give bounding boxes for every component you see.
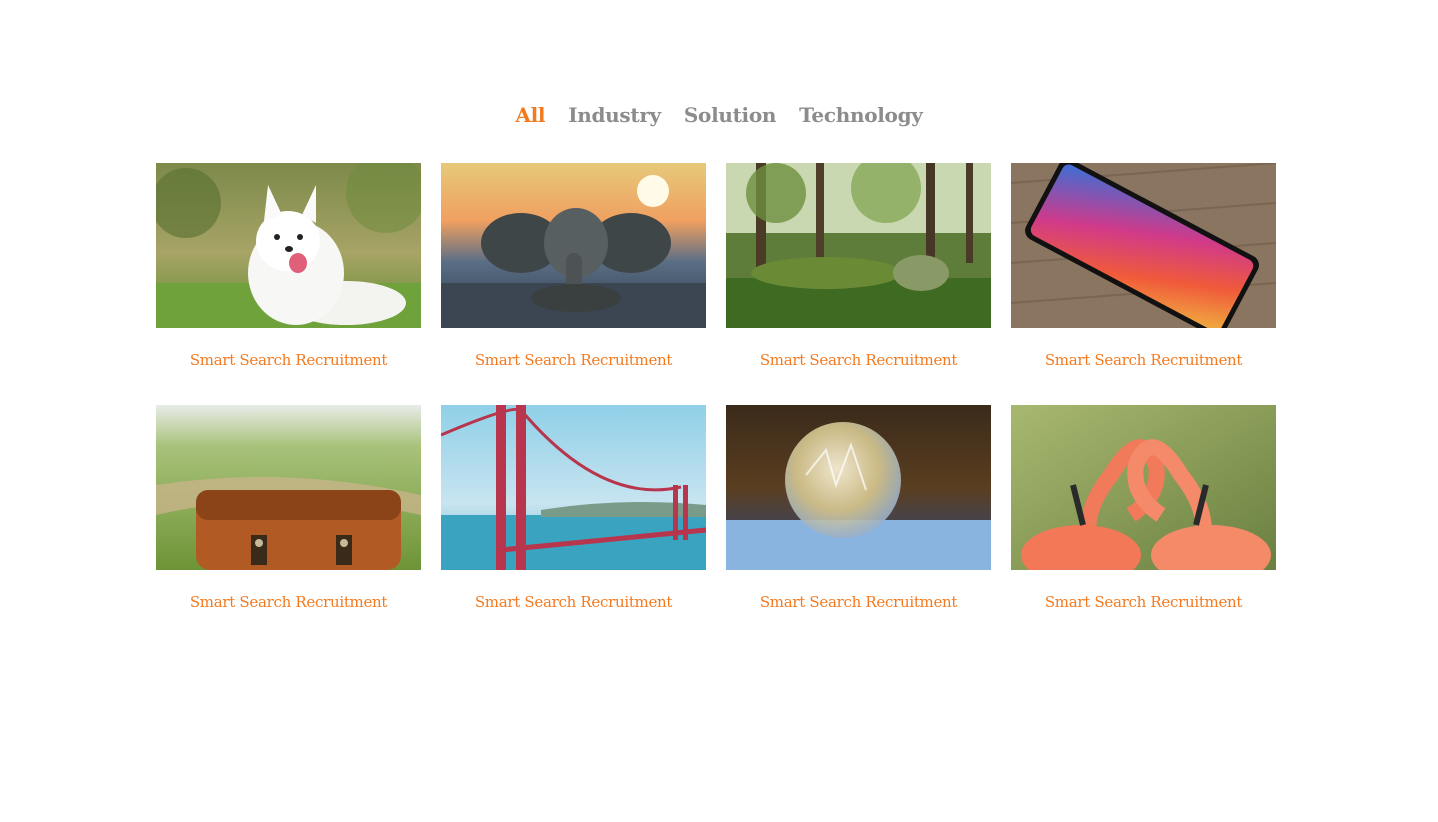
portfolio-item[interactable]: Smart Search Recruitment <box>726 163 991 370</box>
portfolio-item-title[interactable]: Smart Search Recruitment <box>726 350 991 370</box>
filter-solution[interactable]: Solution <box>684 103 777 127</box>
portfolio-item[interactable]: Smart Search Recruitment <box>726 405 991 612</box>
portfolio-item-title[interactable]: Smart Search Recruitment <box>441 350 706 370</box>
portfolio-item[interactable]: Smart Search Recruitment <box>441 405 706 612</box>
portfolio-item[interactable]: Smart Search Recruitment <box>156 163 421 370</box>
leather-bag-photo[interactable] <box>156 405 421 570</box>
portfolio-grid: Smart Search Recruitment Smart Search Re… <box>156 163 1276 612</box>
portfolio-filter-bar: All Industry Solution Technology <box>0 100 1438 130</box>
portfolio-item[interactable]: Smart Search Recruitment <box>1011 163 1276 370</box>
forest-sculpture-photo[interactable] <box>726 163 991 328</box>
portfolio-item-title[interactable]: Smart Search Recruitment <box>726 592 991 612</box>
portfolio-item[interactable]: Smart Search Recruitment <box>1011 405 1276 612</box>
smartphone-photo[interactable] <box>1011 163 1276 328</box>
elephant-statue-photo[interactable] <box>441 163 706 328</box>
flamingos-photo[interactable] <box>1011 405 1276 570</box>
golden-gate-bridge-photo[interactable] <box>441 405 706 570</box>
filter-all[interactable]: All <box>515 103 545 127</box>
portfolio-item[interactable]: Smart Search Recruitment <box>441 163 706 370</box>
portfolio-item-title[interactable]: Smart Search Recruitment <box>156 592 421 612</box>
filter-industry[interactable]: Industry <box>568 103 661 127</box>
white-dog-photo[interactable] <box>156 163 421 328</box>
portfolio-item-title[interactable]: Smart Search Recruitment <box>441 592 706 612</box>
filter-technology[interactable]: Technology <box>799 103 923 127</box>
frozen-bubble-photo[interactable] <box>726 405 991 570</box>
portfolio-item-title[interactable]: Smart Search Recruitment <box>1011 592 1276 612</box>
portfolio-item-title[interactable]: Smart Search Recruitment <box>1011 350 1276 370</box>
portfolio-item[interactable]: Smart Search Recruitment <box>156 405 421 612</box>
portfolio-item-title[interactable]: Smart Search Recruitment <box>156 350 421 370</box>
